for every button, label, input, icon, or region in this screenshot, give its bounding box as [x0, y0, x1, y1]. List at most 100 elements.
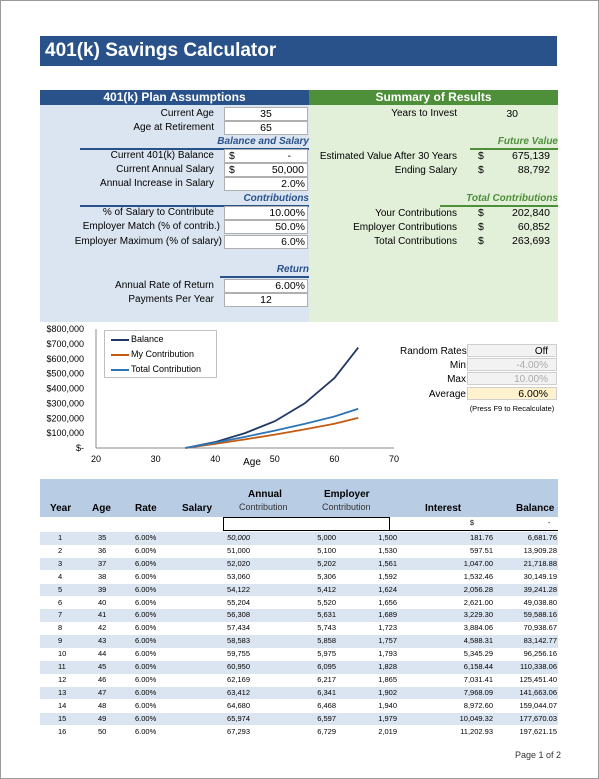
est-value-label: Estimated Value After 30 Years — [319, 151, 457, 162]
chart-legend: Balance My Contribution Total Contributi… — [104, 330, 217, 378]
table-cell: 64,680 — [227, 700, 250, 710]
table-row: 15 49 6.00% 65,974 6,597 1,979 10,049.32 177,67… — [40, 712, 558, 726]
rate-label: Annual Rate of Return — [115, 280, 214, 291]
table-row: 9 43 6.00% 58,583 5,858 1,757 4,588.31 83,142.7… — [40, 635, 558, 648]
table-cell: 51,000 — [227, 545, 250, 555]
salary-value: 50,000 — [271, 164, 304, 176]
min-input[interactable]: -4.00% — [467, 358, 557, 371]
table-cell: 7,031.41 — [463, 674, 493, 684]
years-value: 30 — [506, 108, 518, 120]
min-label: Min — [449, 360, 466, 371]
current-age-input[interactable]: 35 — [224, 107, 308, 121]
table-cell[interactable]: 50,000 — [227, 533, 250, 542]
table-cell: 177,670.03 — [519, 713, 557, 723]
table-cell: 48 — [98, 700, 107, 710]
y-tick-label: $700,000 — [46, 339, 84, 349]
table-cell: 5,100 — [317, 545, 336, 555]
table-cell: 4,588.31 — [463, 636, 493, 646]
increase-input[interactable]: 2.0% — [224, 177, 308, 191]
table-cell: 6.00% — [135, 700, 157, 710]
random-rates-select[interactable]: Off — [467, 344, 557, 357]
table-cell: 11,202.93 — [460, 726, 493, 736]
table-cell: 3 — [58, 558, 63, 568]
balance-value: - — [287, 150, 292, 162]
table-cell: 5 — [58, 584, 63, 594]
table-cell: 125,451.40 — [519, 674, 557, 684]
col-age: Age — [92, 503, 111, 514]
table-cell: 10,049.32 — [459, 713, 493, 723]
balance-input[interactable]: $ - — [224, 149, 308, 163]
assumptions-header: 401(k) Plan Assumptions — [40, 90, 309, 105]
table-cell: 197,621.15 — [519, 726, 557, 736]
col-salary: Salary — [182, 503, 213, 514]
col-interest: Interest — [425, 503, 462, 514]
y-tick-label: $800,000 — [46, 324, 84, 334]
table-cell: 1,592 — [378, 571, 397, 581]
table-cell: 141,663.06 — [519, 687, 557, 697]
table-cell: 14 — [58, 700, 67, 710]
page-number: Page 1 of 2 — [514, 750, 561, 760]
table-cell: 7 — [58, 610, 63, 620]
table-cell: 12 — [58, 674, 67, 684]
pct-salary-input[interactable]: 10.00% — [224, 206, 308, 220]
table-row: 2 36 6.00% 51,000 5,100 1,530 597.51 13,909.28 — [40, 545, 558, 558]
table-cell: 6,095 — [317, 662, 336, 671]
return-subheader: Return — [220, 264, 309, 278]
table-cell: 6.00% — [135, 558, 157, 568]
balance-chart: $- $100,000 $200,000 $300,000 $400,000 $500,0… — [46, 324, 399, 467]
table-cell: 57,434 — [227, 623, 250, 633]
table-cell: 1,689 — [378, 610, 397, 620]
retire-age-input[interactable]: 65 — [224, 121, 308, 135]
table-cell: 35 — [98, 533, 107, 542]
table-cell: 49 — [98, 713, 107, 723]
table-cell: 56,308 — [227, 610, 250, 620]
table-cell: 6.00% — [135, 636, 157, 646]
table-cell: 49,038.80 — [523, 597, 557, 607]
salary-input[interactable]: $ 50,000 — [224, 163, 308, 177]
summary-header: Summary of Results — [309, 90, 558, 105]
est-value: 675,139 — [512, 150, 550, 162]
col-annual: Annual — [248, 489, 282, 500]
x-tick-label: 30 — [151, 454, 161, 464]
employer-contrib-value: 60,852 — [517, 221, 550, 233]
employer-contrib-dollar: $ — [478, 221, 484, 233]
y-tick-label: $- — [76, 443, 84, 453]
match-input[interactable]: 50.0% — [224, 220, 308, 234]
table-cell: 8,972.60 — [463, 700, 493, 710]
table-cell: 6,468 — [317, 700, 336, 710]
table-cell: 6.00% — [135, 713, 157, 723]
col-employer: Employer — [324, 489, 370, 500]
table-cell: 6,158.44 — [463, 662, 493, 671]
start-row-underline — [390, 530, 558, 531]
col-balance: Balance — [516, 503, 555, 514]
table-cell: 1,561 — [378, 558, 397, 568]
table-cell: 6.00% — [135, 662, 157, 671]
y-tick-label: $200,000 — [46, 413, 84, 423]
table-row: 3 37 6.00% 52,020 5,202 1,561 1,047.00 21,718.8… — [40, 557, 558, 571]
average-label: Average — [428, 389, 466, 400]
random-rates-label: Random Rates — [400, 346, 467, 357]
table-cell: 5,345.29 — [463, 649, 493, 659]
y-tick-label: $500,000 — [46, 369, 84, 379]
table-cell: 47 — [98, 687, 107, 697]
table-cell: 6.00% — [135, 610, 157, 620]
table-cell: 1,757 — [378, 636, 397, 646]
table-cell: 63,412 — [227, 687, 250, 697]
table-start-row: $ - — [40, 517, 558, 531]
table-cell: 3,229.30 — [463, 610, 493, 620]
table-cell: 159,044.07 — [519, 700, 557, 710]
table-cell: 1,940 — [378, 700, 397, 710]
rate-input[interactable]: 6.00% — [224, 279, 308, 293]
payments-input[interactable]: 12 — [224, 293, 308, 307]
col-year: Year — [50, 503, 72, 514]
years-label: Years to Invest — [391, 108, 457, 119]
employer-max-input[interactable]: 6.0% — [224, 235, 308, 249]
table-cell: 1,828 — [378, 662, 397, 671]
max-label: Max — [447, 374, 466, 385]
table-cell: 6 — [58, 597, 63, 607]
table-row: 10 44 6.00% 59,755 5,975 1,793 5,345.29 96,256.… — [40, 648, 558, 661]
table-cell: 6,681.76 — [527, 533, 557, 542]
match-label: Employer Match (% of contrib.) — [82, 221, 220, 232]
table-cell: 1,500 — [378, 533, 397, 542]
max-input[interactable]: 10.00% — [467, 372, 557, 385]
